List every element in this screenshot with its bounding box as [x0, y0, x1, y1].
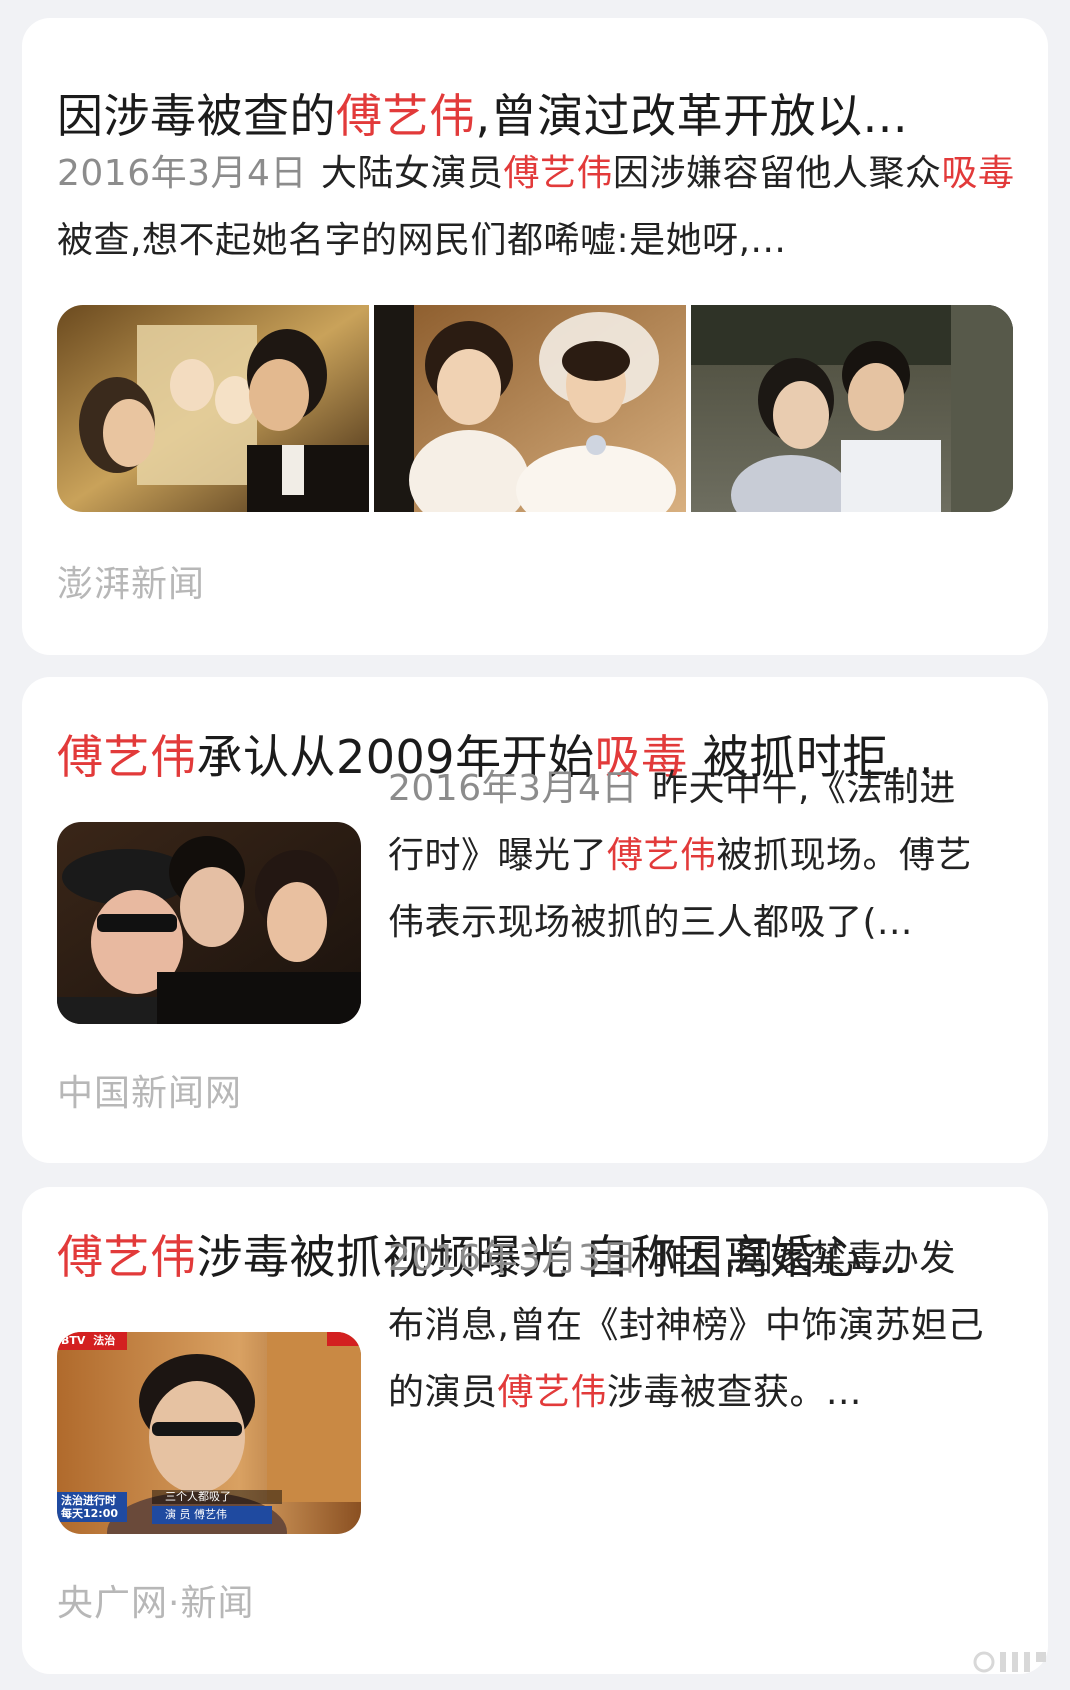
video-subtitle: 三个人都吸了 — [165, 1490, 231, 1503]
group-selfie-image[interactable] — [57, 822, 361, 1024]
result-date: 2016年3月3日 — [388, 1238, 638, 1279]
result-snippet: 2016年3月4日 昨天中午,《法制进行时》曝光了傅艺伟被抓现场。傅艺伟表示现场被… — [388, 768, 973, 943]
result-date: 2016年3月4日 — [57, 153, 307, 194]
result-title[interactable]: 因涉毒被查的傅艺伟,曾演过改革开放以... — [57, 88, 1017, 144]
result-card-3[interactable]: 傅艺伟涉毒被抓视频曝光 自称因离婚心... BTV 法治 法治进行时 每天12:… — [22, 1187, 1048, 1674]
channel-badge: BTV 法治 — [61, 1334, 116, 1347]
title-highlight: 傅艺伟 — [57, 730, 197, 784]
watermark-logo — [972, 1644, 1052, 1680]
result-snippet: 2016年3月4日 大陆女演员傅艺伟因涉嫌容留他人聚众吸毒被查,想不起她名字的网民… — [57, 153, 1015, 261]
program-badge: 法治进行时 每天12:00 — [61, 1494, 119, 1520]
source-label[interactable]: 澎湃新闻 — [57, 563, 205, 607]
result-date: 2016年3月4日 — [388, 768, 638, 809]
source-label[interactable]: 中国新闻网 — [57, 1072, 242, 1116]
source-label[interactable]: 央广网·新闻 — [57, 1582, 254, 1626]
wedding-portrait-image[interactable] — [57, 305, 369, 512]
result-card-2[interactable]: 傅艺伟承认从2009年开始吸毒 被抓时拒... 2016年3月4日 昨天中午,《法… — [22, 677, 1048, 1163]
result-card-1[interactable]: 因涉毒被查的傅艺伟,曾演过改革开放以... 2016年3月4日 大陆女演员傅艺伟因… — [22, 18, 1048, 655]
bride-photo-image[interactable] — [374, 305, 686, 512]
title-highlight: 傅艺伟 — [57, 1230, 197, 1284]
title-highlight: 傅艺伟 — [336, 89, 476, 143]
result-snippet: 2016年3月3日 昨日,国家禁毒办发布消息,曾在《封神榜》中饰演苏妲己的演员傅艺… — [388, 1238, 984, 1413]
couple-still-image[interactable] — [691, 305, 1013, 512]
title-text: 因涉毒被查的 — [57, 89, 336, 143]
title-text: ,曾演过改革开放以... — [475, 89, 908, 143]
tv-news-frame-image[interactable]: BTV 法治 法治进行时 每天12:00 三个人都吸了 演 员 傅艺伟 — [57, 1332, 361, 1534]
video-caption: 演 员 傅艺伟 — [165, 1508, 227, 1521]
